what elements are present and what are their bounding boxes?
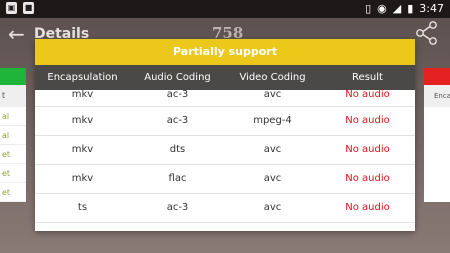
cell-video: avc bbox=[263, 173, 282, 184]
header-audio-coding: Audio Coding bbox=[144, 72, 211, 83]
vibrate-icon: ▯ bbox=[365, 2, 372, 15]
card-subheader: t bbox=[0, 85, 26, 107]
back-arrow-icon[interactable]: ← bbox=[8, 22, 25, 46]
cell-encapsulation: mkv bbox=[71, 173, 94, 184]
cell-encapsulation: mkv bbox=[71, 115, 94, 126]
dialog-title: Partially support bbox=[35, 39, 415, 65]
app-icon: ■ bbox=[23, 2, 34, 14]
cell-video: mpeg-4 bbox=[253, 115, 292, 126]
wifi-icon: ◉ bbox=[377, 2, 387, 15]
cell-video: avc bbox=[263, 144, 282, 155]
card-row: et bbox=[0, 164, 26, 183]
background-card-left: t al al et et et bbox=[0, 68, 26, 202]
card-subheader: Enca bbox=[424, 85, 450, 107]
cell-encapsulation: ts bbox=[77, 202, 88, 213]
cell-result: No audio bbox=[345, 89, 390, 100]
cell-result: No audio bbox=[345, 115, 390, 126]
card-row: et bbox=[0, 183, 26, 202]
table-header: Encapsulation Audio Coding Video Coding … bbox=[35, 65, 415, 90]
table-row: mkv flac avc No audio bbox=[35, 165, 415, 194]
cell-audio: dts bbox=[169, 144, 186, 155]
table-row: ts ac-3 avc No audio bbox=[35, 194, 415, 223]
share-icon[interactable] bbox=[414, 20, 440, 46]
cell-encapsulation: mkv bbox=[71, 89, 94, 100]
table-row: mkv ac-3 avc No audio bbox=[35, 90, 415, 107]
cell-audio: ac-3 bbox=[166, 115, 189, 126]
support-dialog: Partially support Encapsulation Audio Co… bbox=[35, 39, 415, 231]
cell-audio: ac-3 bbox=[166, 202, 189, 213]
clock: 3:47 bbox=[419, 2, 444, 15]
header-encapsulation: Encapsulation bbox=[47, 72, 118, 83]
card-row: et bbox=[0, 145, 26, 164]
cell-result: No audio bbox=[345, 173, 390, 184]
cell-result: No audio bbox=[345, 144, 390, 155]
card-header-red bbox=[424, 68, 450, 85]
image-icon: ▣ bbox=[6, 2, 17, 14]
battery-icon: ▮ bbox=[407, 2, 414, 15]
cell-video: avc bbox=[263, 202, 282, 213]
header-video-coding: Video Coding bbox=[239, 72, 306, 83]
card-row: al bbox=[0, 126, 26, 145]
table-row: mkv dts avc No audio bbox=[35, 136, 415, 165]
status-bar: ▣ ■ ▯ ◉ ◢ ▮ 3:47 bbox=[0, 0, 450, 18]
table-row: mkv ac-3 mpeg-4 No audio bbox=[35, 107, 415, 136]
signal-icon: ◢ bbox=[392, 2, 402, 15]
cell-audio: flac bbox=[168, 173, 187, 184]
cell-video: avc bbox=[263, 89, 282, 100]
card-row: al bbox=[0, 107, 26, 126]
cell-encapsulation: mkv bbox=[71, 144, 94, 155]
card-header-green bbox=[0, 68, 26, 85]
cell-result: No audio bbox=[345, 202, 390, 213]
table-body[interactable]: mkv ac-3 avc No audio mkv ac-3 mpeg-4 No… bbox=[35, 90, 415, 223]
background-card-right: Enca bbox=[424, 68, 450, 202]
cell-audio: ac-3 bbox=[166, 89, 189, 100]
header-result: Result bbox=[352, 72, 383, 83]
